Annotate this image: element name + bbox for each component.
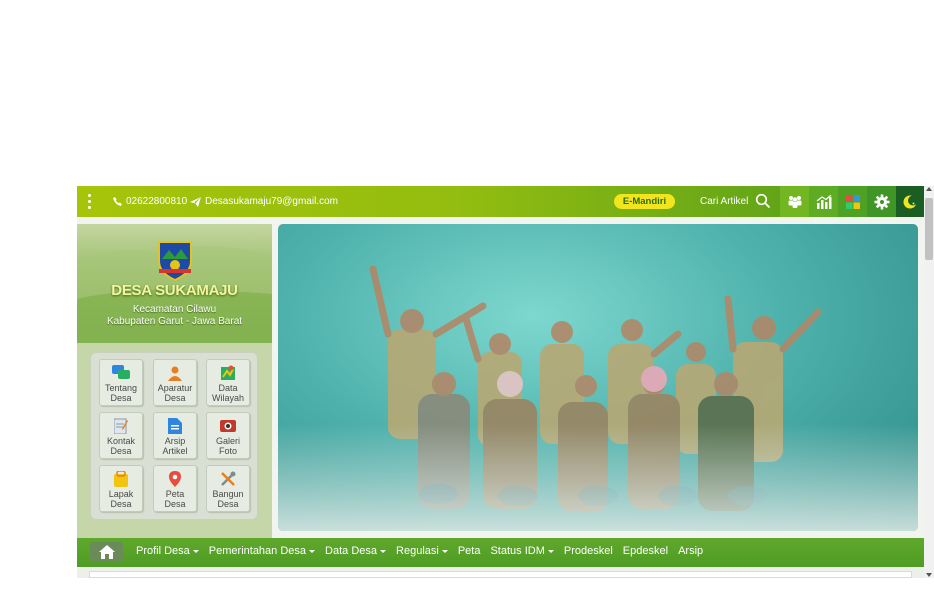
people-button[interactable] [780,186,809,217]
menu-peta-desa[interactable]: Peta Desa [153,465,197,512]
news-ticker [89,571,912,578]
nav-item-arsip[interactable]: Arsip [678,545,703,557]
main-navigation: Profil Desa Pemerintahan Desa Data Desa … [77,538,924,567]
menu-aparatur-desa[interactable]: Aparatur Desa [153,359,197,406]
phone-number: 02622800810 [126,196,188,207]
village-brand[interactable]: DESA SUKAMAJU Kecamatan Cilawu Kabupaten… [77,224,272,343]
statistics-icon [816,194,831,209]
phone-contact[interactable]: 02622800810 [113,196,187,207]
chat-icon [112,365,130,379]
send-icon [190,196,201,207]
moon-icon [903,195,917,208]
menu-galeri-foto[interactable]: Galeri Foto [206,412,250,459]
scroll-up-arrow-icon[interactable] [926,187,932,191]
search-label[interactable]: Cari Artikel [700,196,748,207]
scroll-down-arrow-icon[interactable] [926,573,932,577]
tools-icon [221,471,236,486]
website-frame: 02622800810 Desasukamaju79@gmail.com E-M… [77,186,924,578]
document-icon [168,418,182,434]
map-icon [221,365,235,380]
theme-button[interactable] [896,186,924,217]
nav-item-profil-desa[interactable]: Profil Desa [136,545,199,557]
nav-item-pemerintahan-desa[interactable]: Pemerintahan Desa [209,545,315,557]
person-icon [168,366,182,381]
menu-dots-icon[interactable] [87,194,93,210]
nav-item-epdeskel[interactable]: Epdeskel [623,545,668,557]
nav-item-data-desa[interactable]: Data Desa [325,545,386,557]
email-contact[interactable]: Desasukamaju79@gmail.com [190,196,338,207]
nav-item-regulasi[interactable]: Regulasi [396,545,448,557]
search-icon[interactable] [755,193,771,209]
people-icon [788,196,801,208]
menu-lapak-desa[interactable]: Lapak Desa [99,465,143,512]
village-emblem-logo [158,241,192,281]
map-pin-icon [169,471,181,487]
scrollbar[interactable] [924,186,934,578]
quick-menu-area: Tentang Desa Aparatur Desa Data Wilayah Kon… [77,343,272,538]
statistics-button[interactable] [809,186,838,217]
menu-data-wilayah[interactable]: Data Wilayah [206,359,250,406]
quick-menu-panel: Tentang Desa Aparatur Desa Data Wilayah Kon… [90,352,258,520]
nav-item-prodeskel[interactable]: Prodeskel [564,545,613,557]
menu-bangun-desa[interactable]: Bangun Desa [206,465,250,512]
emandiri-button[interactable]: E-Mandiri [614,194,675,209]
scrollbar-thumb[interactable] [925,198,933,260]
district-name: Kecamatan Cilawu [132,304,217,315]
top-bar: 02622800810 Desasukamaju79@gmail.com E-M… [77,186,924,217]
email-address: Desasukamaju79@gmail.com [205,196,338,207]
village-name: DESA SUKAMAJU [111,282,238,299]
note-icon [114,418,128,434]
regency-name: Kabupaten Garut - Jawa Barat [106,316,243,327]
hero-bottom-fade [278,424,918,531]
nav-item-peta[interactable]: Peta [458,545,481,557]
home-icon [98,545,115,559]
nav-menu: Profil Desa Pemerintahan Desa Data Desa … [136,545,703,557]
menu-kontak-desa[interactable]: Kontak Desa [99,412,143,459]
menu-arsip-artikel[interactable]: Arsip Artikel [153,412,197,459]
hero-slideshow-image[interactable] [278,224,918,531]
phone-icon [113,197,122,206]
camera-icon [220,420,236,432]
grid-icon [845,194,860,209]
gear-icon [874,194,889,209]
grid-button[interactable] [838,186,867,217]
content-area [77,567,924,578]
shop-icon [114,471,128,487]
settings-button[interactable] [867,186,896,217]
menu-tentang-desa[interactable]: Tentang Desa [99,359,143,406]
nav-item-status-idm[interactable]: Status IDM [490,545,553,557]
home-button[interactable] [90,542,123,562]
